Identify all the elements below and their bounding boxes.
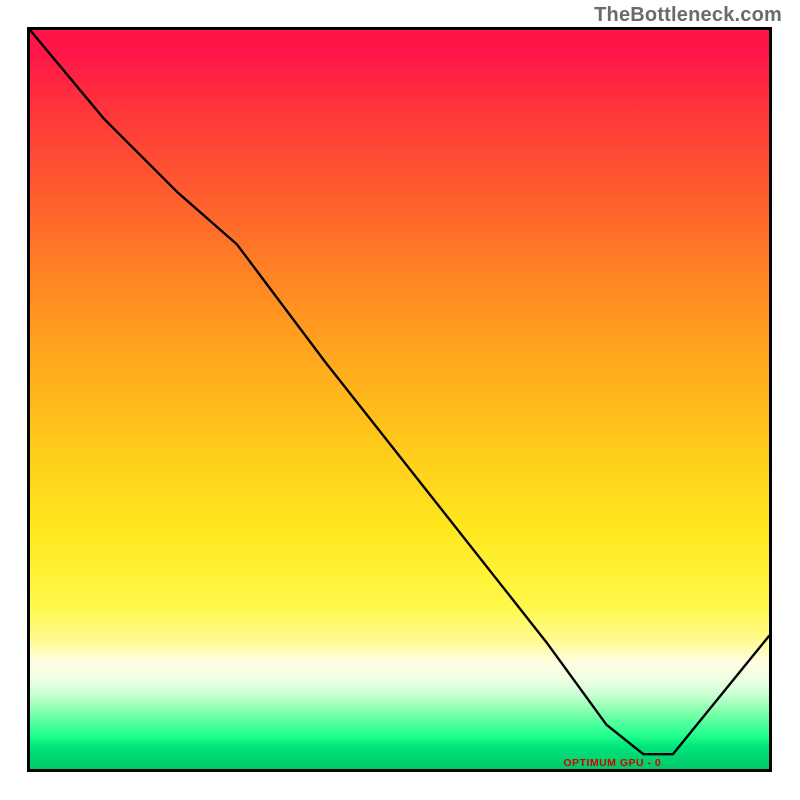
optimum-gpu-label: OPTIMUM GPU - 0 xyxy=(563,757,661,769)
watermark-text: TheBottleneck.com xyxy=(594,4,782,27)
bottleneck-curve xyxy=(30,30,769,769)
chart-frame: OPTIMUM GPU - 0 xyxy=(27,27,772,772)
